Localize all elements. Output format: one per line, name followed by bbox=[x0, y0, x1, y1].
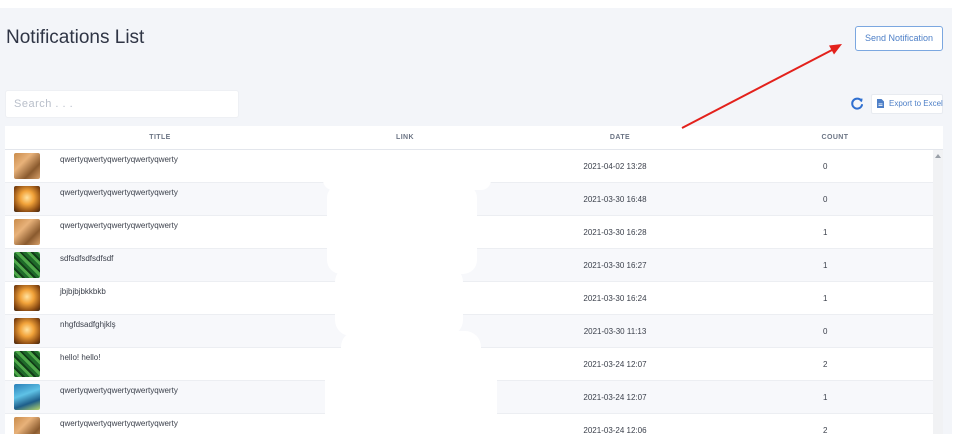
row-title: qwertyqwertyqwertyqwertyqwerty bbox=[60, 419, 178, 428]
row-title: jbjbjbjbkkbkb bbox=[60, 287, 106, 296]
row-date: 2021-03-24 12:07 bbox=[583, 393, 647, 402]
row-count: 1 bbox=[823, 294, 828, 303]
scroll-up-arrow-icon[interactable] bbox=[935, 154, 941, 158]
brown-image-icon bbox=[14, 219, 40, 245]
row-date: 2021-03-30 16:28 bbox=[583, 228, 647, 237]
row-count: 0 bbox=[823, 195, 828, 204]
refresh-icon bbox=[851, 97, 863, 110]
notifications-table: TITLE LINK DATE COUNT qwertyqwertyqwerty… bbox=[5, 126, 943, 434]
row-count: 2 bbox=[823, 360, 828, 369]
export-label: Export to Excel bbox=[889, 99, 943, 108]
row-count: 1 bbox=[823, 393, 828, 402]
row-title: hello! hello! bbox=[60, 353, 101, 362]
refresh-button[interactable] bbox=[848, 94, 866, 114]
row-title: qwertyqwertyqwertyqwertyqwerty bbox=[60, 155, 178, 164]
row-date: 2021-03-30 16:48 bbox=[583, 195, 647, 204]
column-header-link[interactable]: LINK bbox=[375, 126, 435, 150]
blue-image-icon bbox=[14, 384, 40, 410]
document-icon bbox=[877, 99, 884, 108]
row-title: qwertyqwertyqwertyqwertyqwerty bbox=[60, 188, 178, 197]
column-header-title[interactable]: TITLE bbox=[115, 126, 205, 150]
send-notification-button[interactable]: Send Notification bbox=[855, 26, 943, 51]
page-title: Notifications List bbox=[6, 27, 145, 48]
brown-image-icon bbox=[14, 417, 40, 434]
redacted-area bbox=[341, 331, 481, 371]
row-title: qwertyqwertyqwertyqwertyqwerty bbox=[60, 221, 178, 230]
table-row[interactable]: jbjbjbjbkkbkb 2021-03-30 16:24 1 bbox=[5, 282, 933, 315]
redacted-area bbox=[335, 266, 463, 336]
row-date: 2021-03-24 12:06 bbox=[583, 426, 647, 434]
row-title: sdfsdfsdfsdfsdf bbox=[60, 254, 114, 263]
orange-image-icon bbox=[14, 285, 40, 311]
green-image-icon bbox=[14, 351, 40, 377]
row-date: 2021-03-30 16:24 bbox=[583, 294, 647, 303]
row-count: 2 bbox=[823, 426, 828, 434]
row-count: 0 bbox=[823, 162, 828, 171]
orange-image-icon bbox=[14, 186, 40, 212]
row-date: 2021-04-02 13:28 bbox=[583, 162, 647, 171]
brown-image-icon bbox=[14, 153, 40, 179]
row-count: 0 bbox=[823, 327, 828, 336]
row-date: 2021-03-30 16:27 bbox=[583, 261, 647, 270]
table-header: TITLE LINK DATE COUNT bbox=[5, 126, 943, 150]
page-edge bbox=[952, 0, 960, 434]
search-input[interactable] bbox=[5, 90, 239, 118]
column-header-count[interactable]: COUNT bbox=[805, 126, 865, 150]
redacted-area bbox=[327, 184, 477, 274]
row-count: 1 bbox=[823, 261, 828, 270]
row-title: nhgfdsadfghjklş bbox=[60, 320, 116, 329]
page-background: Notifications List Send Notification Exp… bbox=[0, 8, 952, 434]
row-date: 2021-03-30 11:13 bbox=[583, 327, 647, 336]
export-to-excel-button[interactable]: Export to Excel bbox=[871, 94, 943, 114]
orange-image-icon bbox=[14, 318, 40, 344]
row-count: 1 bbox=[823, 228, 828, 237]
vertical-scrollbar[interactable] bbox=[933, 150, 943, 434]
green-image-icon bbox=[14, 252, 40, 278]
row-title: qwertyqwertyqwertyqwertyqwerty bbox=[60, 386, 178, 395]
redacted-area bbox=[325, 366, 497, 434]
row-date: 2021-03-24 12:07 bbox=[583, 360, 647, 369]
column-header-date[interactable]: DATE bbox=[590, 126, 650, 150]
